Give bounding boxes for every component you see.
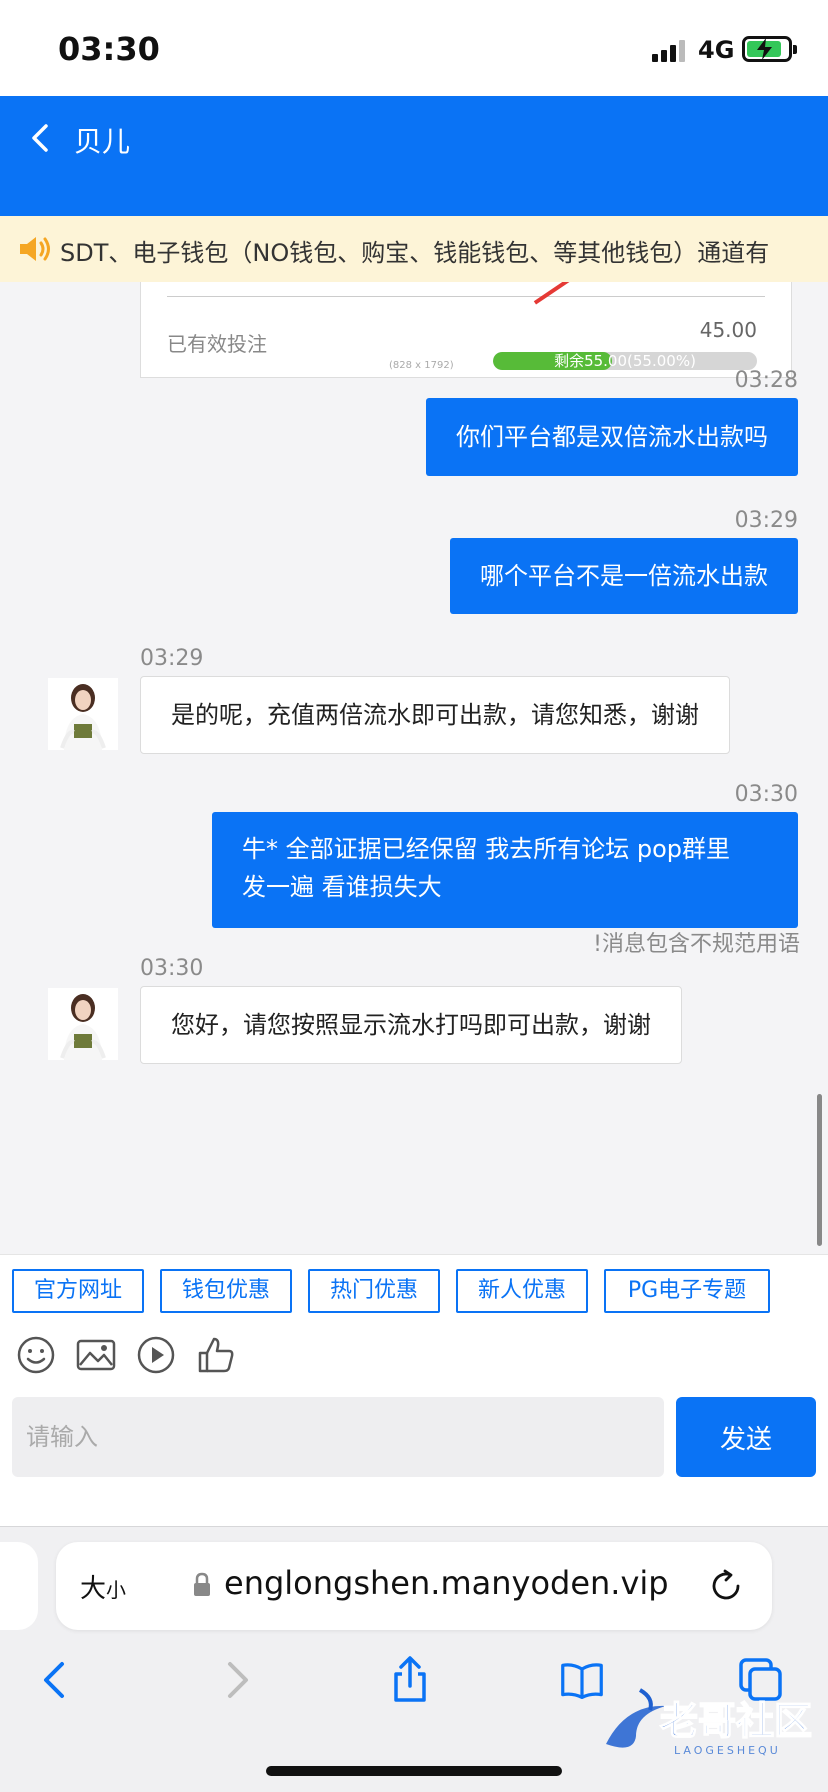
quick-link-official-site[interactable]: 官方网址 (12, 1269, 144, 1313)
divider (0, 1526, 828, 1527)
progress-text: 剩余55.00(55.00%) (554, 352, 696, 370)
turnover-progress: 剩余55.00(55.00%) (493, 352, 757, 370)
valid-bet-amount: 45.00 (699, 318, 757, 342)
text-size-button[interactable]: 大小 (80, 1568, 126, 1605)
url-text: englongshen.manyoden.vip (224, 1564, 669, 1602)
send-button[interactable]: 发送 (676, 1397, 816, 1477)
header-title: 贝儿 (74, 125, 131, 158)
lock-icon (194, 1572, 210, 1596)
image-dimension-text: (828 x 1792) (389, 360, 454, 371)
home-indicator (266, 1766, 562, 1776)
previous-tab-preview[interactable] (0, 1542, 38, 1630)
outgoing-message[interactable]: 哪个平台不是一倍流水出款 (450, 538, 798, 614)
battery-icon (742, 36, 797, 62)
valid-bet-label: 已有效投注 (167, 332, 267, 356)
chat-messages: 已有效投注 45.00 剩余55.00(55.00%) (828 x 1792)… (0, 282, 828, 1254)
notice-bar: SDT、电子钱包（NO钱包、购宝、钱能钱包、等其他钱包）通道有 (0, 216, 828, 282)
message-input[interactable] (12, 1397, 664, 1477)
reload-icon[interactable] (708, 1568, 744, 1604)
message-time: 03:29 (140, 646, 204, 671)
bet-summary-card: 已有效投注 45.00 剩余55.00(55.00%) (828 x 1792) (140, 282, 792, 378)
message-warning: !消息包含不规范用语 (593, 932, 800, 957)
outgoing-message[interactable]: 你们平台都是双倍流水出款吗 (426, 398, 798, 476)
watermark-subtitle: LAOGESHEQU (674, 1744, 781, 1757)
charging-bolt-icon (757, 38, 772, 60)
chat-header: 贝儿 (0, 96, 828, 216)
divider (167, 296, 765, 297)
outgoing-message[interactable]: 牛* 全部证据已经保留 我去所有论坛 pop群里 发一遍 看谁损失大 (212, 812, 798, 928)
chat-scrollbar[interactable] (817, 1094, 822, 1246)
incoming-message[interactable]: 您好，请您按照显示流水打吗即可出款，谢谢 (140, 986, 682, 1064)
text-size-small: 小 (106, 1578, 127, 1602)
browser-back-icon[interactable] (34, 1656, 78, 1704)
emoji-icon[interactable] (16, 1335, 56, 1375)
watermark-title: 老哥社区 (660, 1699, 812, 1743)
back-chevron-icon[interactable] (28, 120, 56, 156)
message-time: 03:28 (734, 368, 798, 393)
quick-link-wallet-promo[interactable]: 钱包优惠 (160, 1269, 292, 1313)
thumbs-up-icon[interactable] (196, 1335, 236, 1375)
message-time: 03:29 (734, 508, 798, 533)
speaker-icon (20, 237, 50, 261)
status-time: 03:30 (58, 30, 160, 68)
network-type: 4G (698, 36, 735, 64)
message-line: 牛* 全部证据已经保留 我去所有论坛 pop群里 (242, 835, 731, 863)
notice-text: SDT、电子钱包（NO钱包、购宝、钱能钱包、等其他钱包）通道有 (60, 239, 770, 267)
message-time: 03:30 (140, 956, 204, 981)
image-icon[interactable] (76, 1335, 116, 1375)
share-icon[interactable] (388, 1656, 432, 1704)
agent-avatar[interactable] (48, 678, 118, 750)
cellular-signal-icon (652, 38, 690, 62)
annotation-mark (533, 282, 575, 305)
agent-avatar[interactable] (48, 988, 118, 1060)
incoming-message[interactable]: 是的呢，充值两倍流水即可出款，请您知悉，谢谢 (140, 676, 730, 754)
message-line: 发一遍 看谁损失大 (242, 873, 442, 901)
status-bar: 03:30 4G (0, 0, 828, 96)
quick-link-newcomer-promo[interactable]: 新人优惠 (456, 1269, 588, 1313)
text-size-big: 大 (80, 1574, 107, 1604)
composer-area: 官方网址 钱包优惠 热门优惠 新人优惠 PG电子专题 发送 (0, 1254, 828, 1526)
browser-toolbar: 大小 englongshen.manyoden.vip 老哥社区 LAOGESH… (0, 1526, 828, 1792)
address-bar[interactable]: 大小 englongshen.manyoden.vip (56, 1542, 772, 1630)
quick-link-pg-topic[interactable]: PG电子专题 (604, 1269, 770, 1313)
quick-link-hot-promo[interactable]: 热门优惠 (308, 1269, 440, 1313)
watermark-logo: 老哥社区 LAOGESHEQU (606, 1688, 813, 1757)
video-icon[interactable] (136, 1335, 176, 1375)
message-time: 03:30 (734, 782, 798, 807)
browser-forward-icon[interactable] (214, 1656, 258, 1704)
